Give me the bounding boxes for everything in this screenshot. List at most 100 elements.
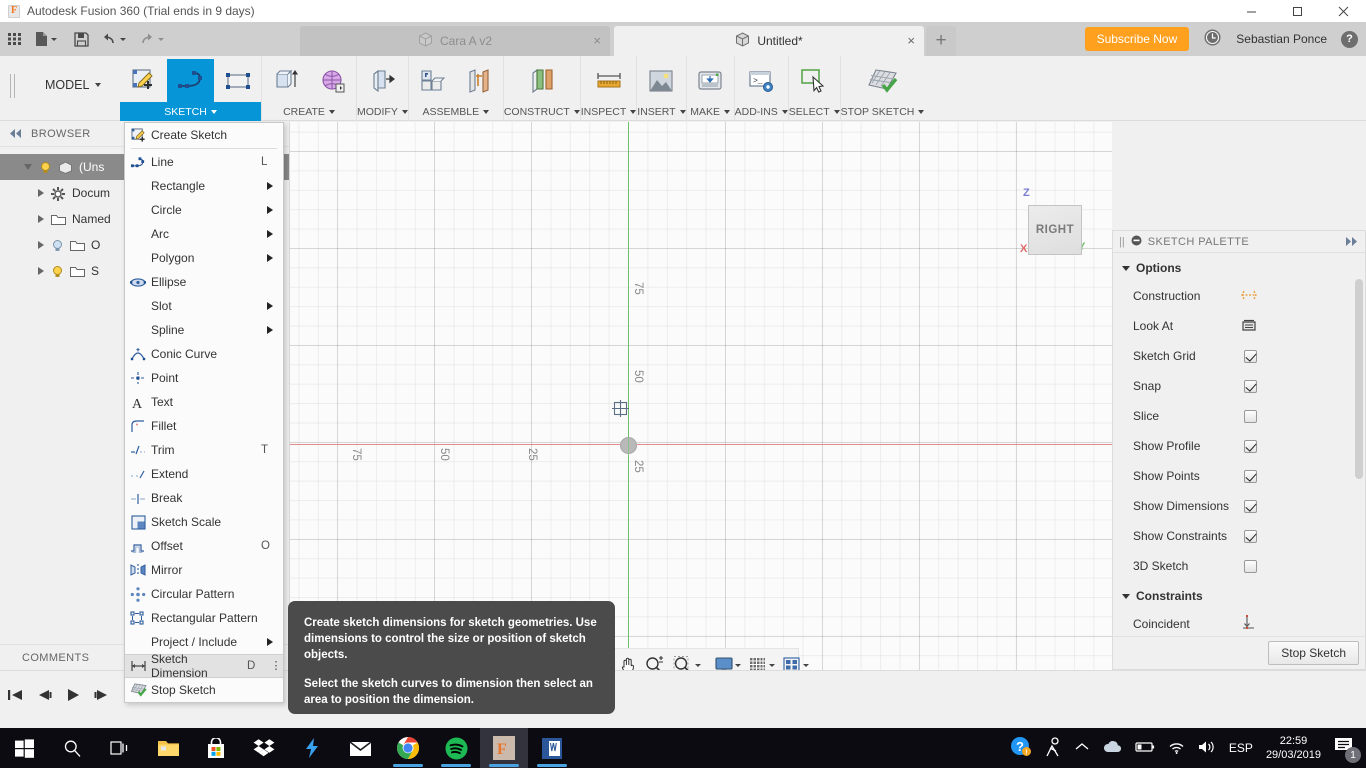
menu-item-arc[interactable]: Arc [125, 222, 283, 246]
menu-item-point[interactable]: Point [125, 366, 283, 390]
show-hidden-icons-icon[interactable] [1075, 741, 1089, 755]
palette-row-show-profile[interactable]: Show Profile [1113, 431, 1365, 461]
spotify[interactable] [432, 728, 480, 768]
redo-icon[interactable] [134, 22, 172, 56]
new-tab-button[interactable]: + [926, 26, 956, 56]
new-component-icon[interactable] [409, 59, 456, 103]
menu-item-slot[interactable]: Slot [125, 294, 283, 318]
chevron-right-icon[interactable] [38, 215, 44, 223]
maximize-icon[interactable] [1274, 0, 1320, 22]
offset-plane-icon[interactable] [518, 59, 565, 103]
menu-item-offset[interactable]: Offset O [125, 534, 283, 558]
wifi-icon[interactable] [1168, 740, 1185, 757]
snap-checkbox[interactable] [1244, 379, 1257, 393]
menu-item-circle[interactable]: Circle [125, 198, 283, 222]
step-back-icon[interactable] [34, 685, 54, 705]
sketch-line-icon[interactable] [167, 59, 214, 103]
lightshot[interactable] [288, 728, 336, 768]
ribbon-panel-label-make[interactable]: MAKE [687, 102, 734, 121]
menu-item-polygon[interactable]: Polygon [125, 246, 283, 270]
3d-print-icon[interactable] [687, 59, 734, 103]
chevron-down-icon[interactable] [51, 37, 57, 41]
start-button[interactable] [0, 728, 48, 768]
menu-item-conic-curve[interactable]: Conic Curve [125, 342, 283, 366]
viewcube-face-right[interactable]: RIGHT [1028, 205, 1082, 255]
fusion-360[interactable]: F [480, 728, 528, 768]
chevron-down-icon[interactable] [1122, 265, 1130, 271]
chevron-right-icon[interactable] [267, 326, 273, 334]
chevron-down-icon[interactable] [95, 83, 102, 87]
menu-item-trim[interactable]: Trim T [125, 438, 283, 462]
chevron-down-icon[interactable] [769, 663, 775, 667]
slice-checkbox[interactable] [1244, 409, 1257, 423]
action-center-icon[interactable]: 1 [1334, 736, 1361, 763]
microsoft-store[interactable] [192, 728, 240, 768]
ribbon-panel-label-select[interactable]: SELECT [789, 102, 840, 121]
menu-item-mirror[interactable]: Mirror [125, 558, 283, 582]
ribbon-panel-label-sketch[interactable]: SKETCH [120, 102, 261, 121]
chevron-right-icon[interactable] [38, 189, 44, 197]
menu-item-spline[interactable]: Spline [125, 318, 283, 342]
undo-icon[interactable] [96, 22, 134, 56]
menu-item-text[interactable]: A Text [125, 390, 283, 414]
help-icon[interactable]: ? [1341, 30, 1358, 48]
menu-item-ellipse[interactable]: Ellipse [125, 270, 283, 294]
palette-row-show-points[interactable]: Show Points [1113, 461, 1365, 491]
file-explorer[interactable] [144, 728, 192, 768]
menu-item-overflow-icon[interactable]: ⋮ [269, 660, 283, 672]
chevron-right-icon[interactable] [267, 254, 273, 262]
play-icon[interactable] [63, 685, 83, 705]
show-constraints-checkbox[interactable] [1244, 529, 1257, 543]
menu-item-sketch-dimension[interactable]: Sketch Dimension D ⋮ [125, 652, 283, 680]
3d-sketch-checkbox[interactable] [1244, 559, 1257, 573]
task-view-button[interactable] [96, 728, 144, 768]
palette-row-snap[interactable]: Snap [1113, 371, 1365, 401]
look-at-icon[interactable] [1241, 318, 1257, 335]
chevron-down-icon[interactable] [210, 109, 217, 114]
go-to-beginning-icon[interactable] [5, 685, 25, 705]
select-icon[interactable] [791, 59, 838, 103]
close-icon[interactable]: × [593, 34, 601, 47]
chevron-down-icon[interactable] [1122, 593, 1130, 599]
document-tab-untitled[interactable]: Untitled* × [614, 26, 924, 56]
palette-scrollbar[interactable] [1355, 279, 1363, 479]
construction-icon[interactable] [1241, 288, 1257, 305]
show-dimensions-checkbox[interactable] [1244, 499, 1257, 513]
collapse-left-icon[interactable] [9, 127, 23, 141]
clock[interactable]: 22:59 29/03/2019 [1266, 734, 1321, 762]
visibility-bulb-icon[interactable] [39, 161, 52, 174]
chevron-down-icon[interactable] [483, 109, 490, 114]
app-grid-icon[interactable] [0, 22, 30, 56]
mail[interactable] [336, 728, 384, 768]
menu-item-sketch-scale[interactable]: Sketch Scale [125, 510, 283, 534]
menu-item-extend[interactable]: Extend [125, 462, 283, 486]
coincident-constraint-icon[interactable] [1241, 614, 1257, 634]
measure-icon[interactable] [585, 59, 632, 103]
chevron-right-icon[interactable] [38, 241, 44, 249]
user-name[interactable]: Sebastian Ponce [1236, 32, 1327, 46]
stop-sketch-icon[interactable] [859, 59, 906, 103]
save-icon[interactable] [66, 22, 96, 56]
view-cube[interactable]: Z X Y RIGHT [1006, 187, 1090, 265]
ribbon-panel-label-stop-sketch[interactable]: STOP SKETCH [841, 102, 925, 121]
palette-row-sketch-grid[interactable]: Sketch Grid [1113, 341, 1365, 371]
show-profile-checkbox[interactable] [1244, 439, 1257, 453]
chevron-down-icon[interactable] [24, 164, 32, 170]
language-indicator[interactable]: ESP [1229, 741, 1253, 755]
battery-icon[interactable] [1135, 741, 1155, 756]
chevron-down-icon[interactable] [157, 37, 164, 41]
clock-icon[interactable] [1203, 28, 1222, 50]
ribbon-panel-label-construct[interactable]: CONSTRUCT [504, 102, 580, 121]
workspace-selector[interactable]: MODEL [45, 78, 102, 92]
ribbon-panel-label-modify[interactable]: MODIFY [357, 102, 408, 121]
step-forward-icon[interactable] [92, 685, 112, 705]
menu-item-line[interactable]: Line L [125, 150, 283, 174]
chevron-right-icon[interactable] [267, 182, 273, 190]
show-points-checkbox[interactable] [1244, 469, 1257, 483]
collapse-dot-icon[interactable] [1131, 235, 1142, 249]
palette-row-construction[interactable]: Construction [1113, 281, 1365, 311]
stop-sketch-button[interactable]: Stop Sketch [1268, 641, 1359, 665]
palette-row-show-dimensions[interactable]: Show Dimensions [1113, 491, 1365, 521]
chevron-down-icon[interactable] [918, 109, 925, 114]
chevron-down-icon[interactable] [695, 663, 701, 667]
